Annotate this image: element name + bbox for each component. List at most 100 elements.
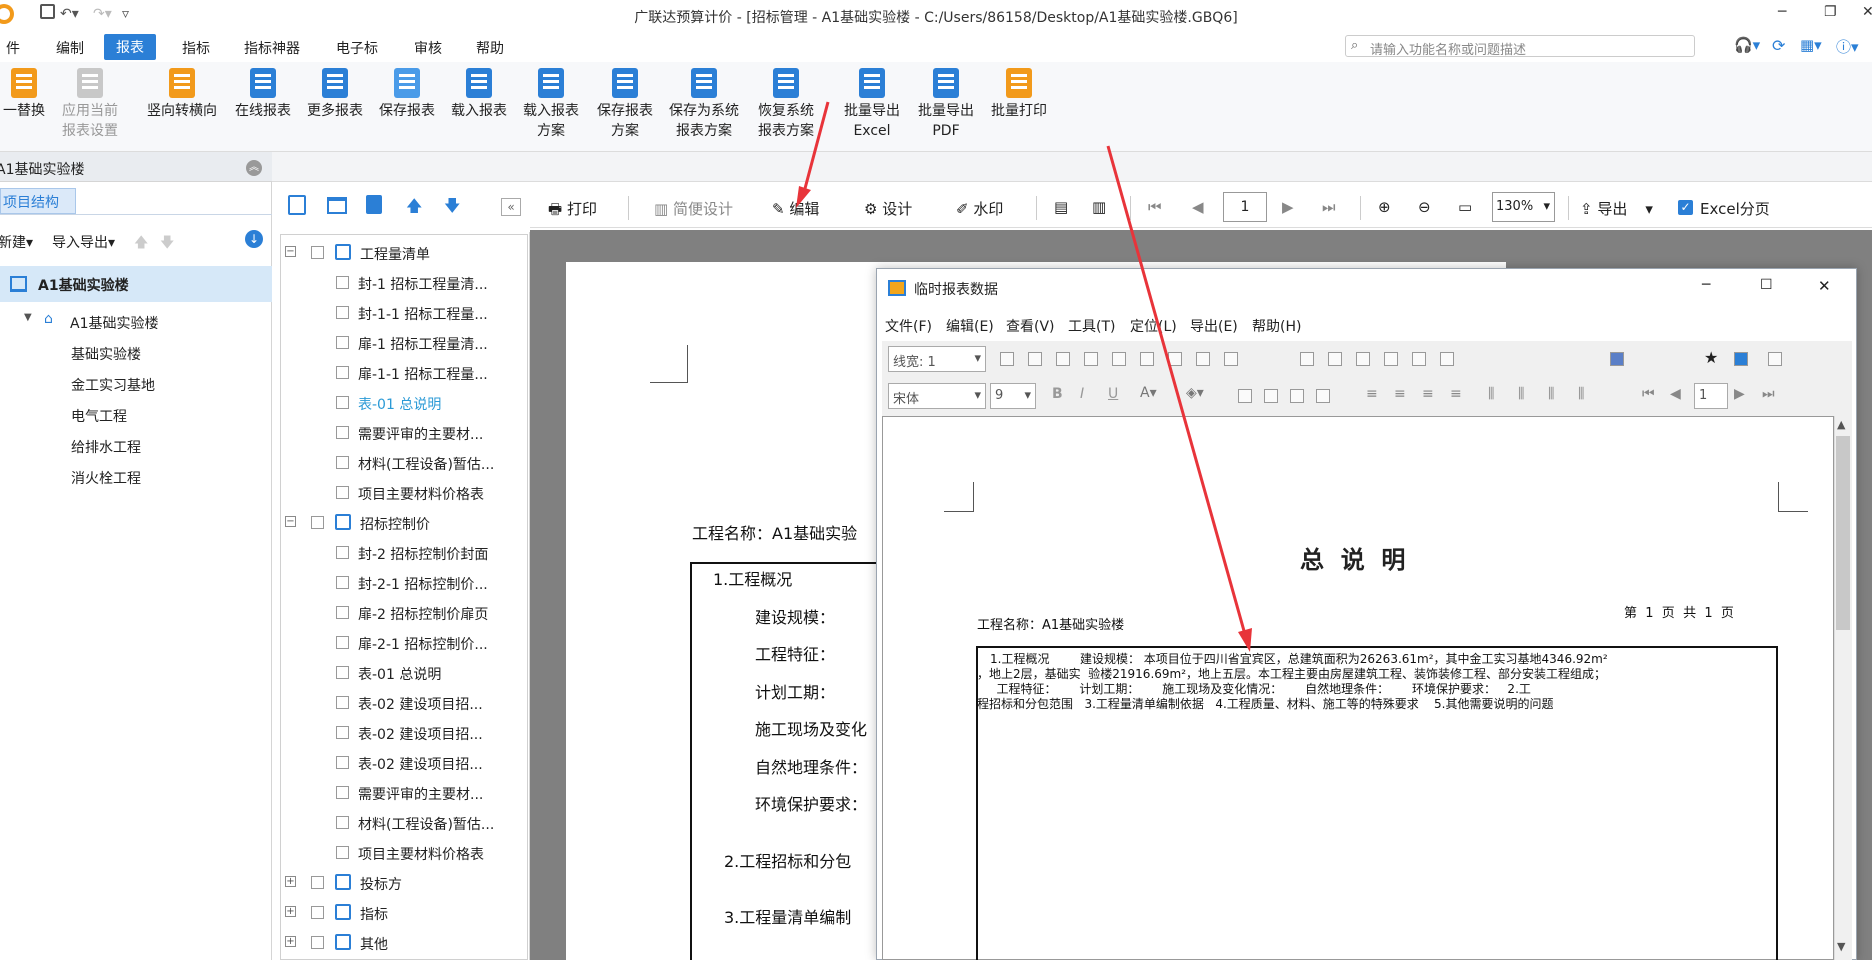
- report-item[interactable]: 表-02 建设项目招...: [358, 724, 483, 744]
- tree-child-1[interactable]: 基础实验楼: [71, 344, 141, 364]
- expand-toggle-g2[interactable]: −: [285, 516, 296, 527]
- checkbox-g1-3[interactable]: [336, 366, 349, 379]
- batch-print-button[interactable]: 批量打印: [986, 68, 1052, 121]
- apps-icon[interactable]: ▦▾: [1800, 36, 1822, 54]
- checkbox-g2-4[interactable]: [336, 666, 349, 679]
- dialog-menu-help[interactable]: 帮助(H): [1252, 316, 1301, 336]
- restore-button[interactable]: ❐: [1824, 4, 1837, 20]
- save-report-scheme-button[interactable]: 保存报表 方案: [592, 68, 658, 141]
- checkbox-g2-5[interactable]: [336, 696, 349, 709]
- single-page-icon[interactable]: ▤: [1054, 198, 1068, 216]
- menu-help[interactable]: 帮助: [476, 38, 504, 58]
- tree-sub-label[interactable]: A1基础实验楼: [70, 313, 158, 333]
- checkbox-g2-3[interactable]: [336, 636, 349, 649]
- checkbox-g1-7[interactable]: [336, 486, 349, 499]
- zoom-in-icon[interactable]: ⊕: [1378, 198, 1391, 216]
- save-report-button[interactable]: 保存报表: [374, 68, 440, 121]
- collapse-panel-icon[interactable]: ︽: [246, 160, 262, 176]
- tree-child-4[interactable]: 给排水工程: [71, 437, 141, 457]
- checkbox-g1[interactable]: [311, 246, 324, 259]
- replace-button[interactable]: 一替换: [0, 68, 50, 121]
- format4-icon[interactable]: [1316, 389, 1330, 403]
- close-button[interactable]: ✕: [1862, 4, 1872, 20]
- dialog-menu-export[interactable]: 导出(E): [1190, 316, 1238, 336]
- report-item[interactable]: 封-2-1 招标控制价...: [358, 574, 488, 594]
- report-item[interactable]: 扉-2-1 招标控制价...: [358, 634, 488, 654]
- report-item[interactable]: 扉-1 招标工程量清...: [358, 334, 488, 354]
- dialog-minimize-button[interactable]: ─: [1702, 277, 1710, 293]
- dialog-maximize-button[interactable]: ☐: [1760, 277, 1773, 293]
- menu-review[interactable]: 审核: [414, 38, 442, 58]
- new-dropdown[interactable]: 新建▾: [0, 232, 33, 252]
- checkbox-g2-9[interactable]: [336, 816, 349, 829]
- valign-top-icon[interactable]: ⫼: [1488, 386, 1494, 402]
- italic-icon[interactable]: I: [1080, 386, 1084, 402]
- dialog-prev-page-icon[interactable]: ◀: [1670, 386, 1681, 402]
- checkbox-g2-1[interactable]: [336, 576, 349, 589]
- menu-file[interactable]: 件: [6, 38, 20, 58]
- table-icon[interactable]: [1610, 352, 1624, 366]
- prev-page-icon[interactable]: ◀: [1192, 198, 1204, 216]
- scroll-thumb[interactable]: [1836, 436, 1850, 630]
- checkbox-g1-0[interactable]: [336, 276, 349, 289]
- expand-arrow-icon[interactable]: ▼: [24, 312, 32, 323]
- border-diagonal-icon[interactable]: [1196, 352, 1210, 366]
- justify-icon[interactable]: ≡: [1450, 386, 1462, 402]
- report-item[interactable]: 材料(工程设备)暂估...: [358, 454, 494, 474]
- report-item[interactable]: 扉-1-1 招标工程量...: [358, 364, 488, 384]
- checkbox-g2-2[interactable]: [336, 606, 349, 619]
- tree-child-2[interactable]: 金工实习基地: [71, 375, 155, 395]
- border-diagonal2-icon[interactable]: [1224, 352, 1238, 366]
- edit-button[interactable]: ✎ 编辑: [772, 198, 819, 219]
- tab-project-structure[interactable]: 项目结构: [0, 188, 76, 214]
- dialog-first-page-icon[interactable]: ⏮: [1642, 386, 1655, 402]
- tree-child-3[interactable]: 电气工程: [71, 406, 127, 426]
- group-bidder[interactable]: 投标方: [360, 874, 402, 894]
- simple-design-button[interactable]: ▥ 简便设计: [654, 198, 733, 219]
- report-item[interactable]: 材料(工程设备)暂估...: [358, 814, 494, 834]
- star-icon[interactable]: ★: [1704, 348, 1718, 367]
- headset-icon[interactable]: 🎧▾: [1734, 36, 1760, 54]
- design-button[interactable]: ⚙ 设计: [864, 198, 912, 219]
- report-item[interactable]: 项目主要材料价格表: [358, 844, 484, 864]
- report-item[interactable]: 封-1-1 招标工程量...: [358, 304, 488, 324]
- align-left-icon[interactable]: ≡: [1366, 386, 1378, 402]
- add-folder-icon[interactable]: [327, 197, 347, 214]
- checkbox-g2-6[interactable]: [336, 726, 349, 739]
- format-icon[interactable]: [1238, 389, 1252, 403]
- report-item[interactable]: 封-1 招标工程量清...: [358, 274, 488, 294]
- menu-report[interactable]: 报表: [104, 34, 156, 60]
- batch-export-excel-button[interactable]: 批量导出 Excel: [838, 68, 906, 141]
- menu-e-bid[interactable]: 电子标: [336, 38, 378, 58]
- watermark-button[interactable]: ✐ 水印: [956, 198, 1003, 219]
- minimize-button[interactable]: ─: [1778, 4, 1786, 20]
- dialog-menu-edit[interactable]: 编辑(E): [946, 316, 994, 336]
- checkbox-g1-6[interactable]: [336, 456, 349, 469]
- download-icon[interactable]: ↓: [245, 230, 263, 248]
- report-item[interactable]: 表-02 建设项目招...: [358, 694, 483, 714]
- valign-middle-icon[interactable]: ⫼: [1518, 386, 1524, 402]
- merge-icon[interactable]: [1300, 352, 1314, 366]
- collapse-list-icon[interactable]: «: [501, 198, 521, 216]
- import-export-dropdown[interactable]: 导入导出▾: [52, 232, 115, 252]
- dialog-next-page-icon[interactable]: ▶: [1734, 386, 1745, 402]
- scroll-up-icon[interactable]: ▲: [1837, 418, 1845, 431]
- report-item[interactable]: 需要评审的主要材...: [358, 784, 483, 804]
- print-button[interactable]: 🖶 打印: [548, 198, 597, 224]
- dialog-menu-view[interactable]: 查看(V): [1006, 316, 1055, 336]
- delete-icon[interactable]: [366, 195, 382, 214]
- dialog-menu-tools[interactable]: 工具(T): [1068, 316, 1115, 336]
- refresh-icon[interactable]: ⟳: [1772, 36, 1785, 55]
- valign-bottom-icon[interactable]: ⫼: [1548, 386, 1554, 402]
- portrait-to-landscape-button[interactable]: 竖向转横向: [142, 68, 222, 121]
- border-all-icon[interactable]: [1168, 352, 1182, 366]
- split-icon[interactable]: [1328, 352, 1342, 366]
- info-icon[interactable]: ⓘ▾: [1836, 36, 1859, 57]
- report-item[interactable]: 表-02 建设项目招...: [358, 754, 483, 774]
- align-grid-icon[interactable]: [1412, 352, 1426, 366]
- arrow-down-icon[interactable]: 🡇: [444, 195, 460, 222]
- report-item[interactable]: 需要评审的主要材...: [358, 424, 483, 444]
- arrow-up-icon[interactable]: 🡅: [406, 195, 422, 222]
- dialog-page-input[interactable]: 1: [1694, 383, 1728, 409]
- dialog-close-button[interactable]: ✕: [1818, 277, 1831, 295]
